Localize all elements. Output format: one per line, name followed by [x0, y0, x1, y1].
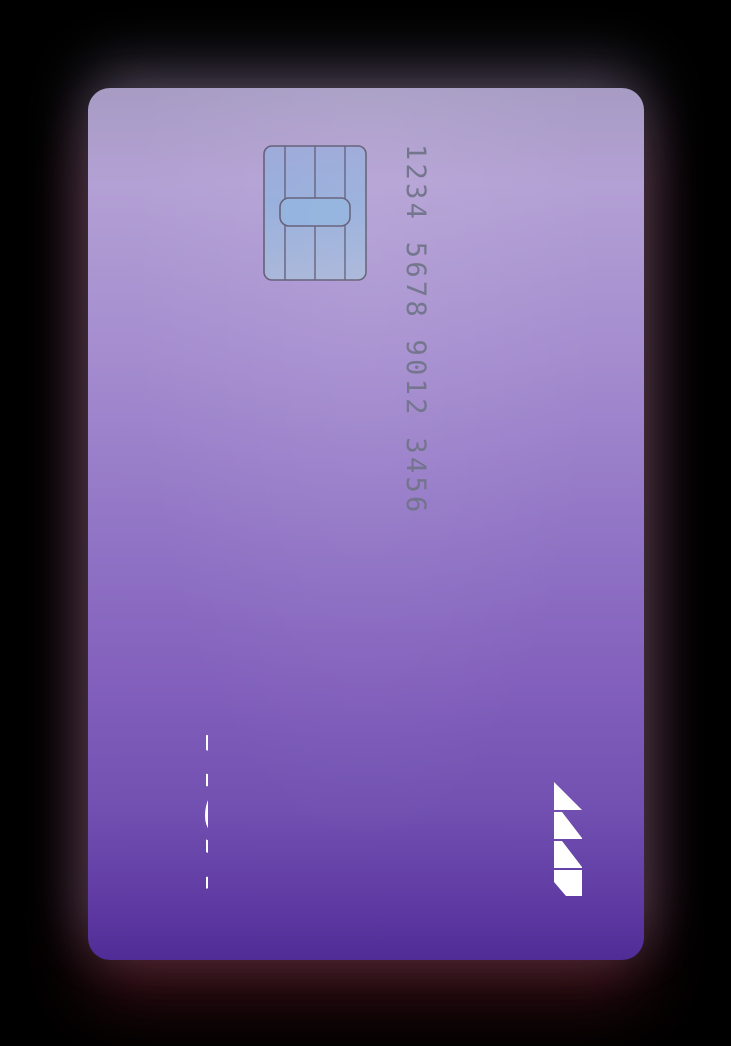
- logo-segment-4: [554, 870, 582, 896]
- svg-text:VISA: VISA: [188, 722, 208, 894]
- chip-icon: [263, 145, 367, 281]
- visa-logo-mark: VISA: [188, 722, 277, 894]
- triangles-logo: [554, 782, 582, 896]
- logo-segment-3: [554, 841, 582, 868]
- visa-logo: VISA: [144, 720, 277, 898]
- card-number-text: 1234 5678 9012 3456: [400, 144, 431, 516]
- logo-segment-1: [554, 782, 582, 810]
- logo-segment-2: [554, 812, 582, 839]
- credit-card: 1234 5678 9012 3456 VISA: [88, 88, 644, 960]
